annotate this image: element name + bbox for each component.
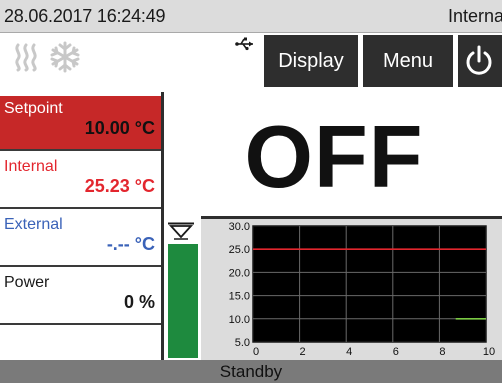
x-tick-label: 2 — [300, 346, 306, 358]
setpoint-value: 10.00 °C — [84, 118, 155, 138]
y-tick-label: 10.0 — [229, 314, 250, 326]
datetime-display: 28.06.2017 16:24:49 — [4, 6, 166, 26]
y-tick-label: 30.0 — [229, 221, 250, 233]
parameter-panel: Setpoint 10.00 °C Internal 25.23 °C Exte… — [0, 92, 164, 360]
temperature-chart[interactable]: 5.0 10.0 15.0 20.0 25.0 30.0 0 2 4 6 8 10 — [201, 216, 502, 360]
power-icon — [466, 45, 492, 75]
chart-canvas: 5.0 10.0 15.0 20.0 25.0 30.0 0 2 4 6 8 10 — [229, 221, 496, 358]
x-tick-label: 8 — [439, 346, 445, 358]
y-tick-label: 25.0 — [229, 244, 250, 256]
internal-value: 25.23 °C — [84, 176, 155, 196]
x-tick-label: 6 — [393, 346, 399, 358]
y-tick-label: 15.0 — [229, 291, 250, 303]
heating-icon — [15, 43, 37, 72]
internal-temperature-field[interactable]: Internal 25.23 °C — [0, 154, 161, 209]
power-label: Power — [4, 274, 50, 291]
display-button[interactable]: Display — [264, 35, 358, 87]
y-tick-label: 5.0 — [235, 337, 250, 349]
internal-label: Internal — [4, 158, 58, 175]
x-tick-label: 4 — [346, 346, 352, 358]
usb-icon — [235, 37, 253, 51]
fill-level-fill — [168, 244, 198, 358]
standby-status: Standby — [219, 362, 283, 381]
external-value: -.-- °C — [106, 234, 155, 254]
x-tick-label: 10 — [483, 346, 495, 358]
fill-level-bar — [168, 244, 198, 358]
power-field[interactable]: Power 0 % — [0, 270, 161, 325]
control-mode-label: Interna — [447, 6, 502, 26]
toolbar: Display Menu — [0, 33, 502, 89]
status-footer: Standby — [0, 360, 502, 383]
external-temperature-field[interactable]: External -.-- °C — [0, 212, 161, 267]
fill-level-icon — [168, 222, 194, 240]
power-value: 0 % — [123, 292, 155, 312]
plot-area — [252, 225, 487, 343]
setpoint-field[interactable]: Setpoint 10.00 °C — [0, 96, 161, 151]
operating-state-display: OFF — [244, 107, 424, 206]
setpoint-label: Setpoint — [4, 100, 63, 117]
x-tick-label: 0 — [253, 346, 259, 358]
menu-button[interactable]: Menu — [363, 35, 453, 87]
status-bar: 28.06.2017 16:24:49 Interna — [0, 0, 502, 33]
power-button[interactable] — [458, 35, 502, 87]
y-tick-label: 20.0 — [229, 267, 250, 279]
external-label: External — [4, 216, 63, 233]
cooling-icon — [50, 41, 80, 73]
